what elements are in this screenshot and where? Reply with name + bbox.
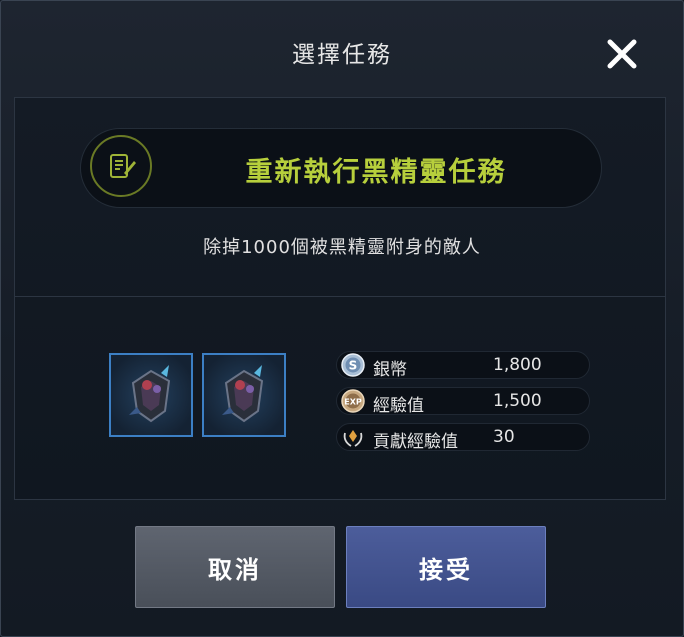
silver-coin-icon: S: [341, 353, 365, 377]
reward-label: 貢獻經驗值: [373, 432, 458, 452]
reward-value: 1,800: [493, 355, 542, 375]
reward-label: 銀幣: [373, 360, 407, 380]
dark-elf-armor-item: [129, 365, 171, 423]
accept-button[interactable]: 接受: [346, 526, 546, 608]
quest-description: 除掉1000個被黑精靈附身的敵人: [203, 237, 481, 258]
dialog-title: 選擇任務: [292, 42, 392, 68]
reward-row-contribution: 貢獻經驗值 30: [336, 423, 590, 452]
svg-text:EXP: EXP: [344, 398, 362, 407]
svg-text:S: S: [349, 359, 358, 373]
reward-item-slot[interactable]: [202, 353, 286, 437]
reward-row-exp: EXP 經驗值 1,500: [336, 387, 590, 416]
panel-divider: [14, 296, 666, 297]
reward-item-slot[interactable]: [109, 353, 193, 437]
quest-scroll-icon: [90, 135, 152, 197]
dark-elf-armor-item: [222, 365, 264, 423]
cancel-button[interactable]: 取消: [135, 526, 335, 608]
contribution-icon: [343, 430, 363, 447]
close-button[interactable]: [605, 37, 639, 71]
close-icon: [607, 39, 637, 69]
reward-value: 1,500: [493, 391, 542, 411]
reward-row-silver: S 銀幣 1,800: [336, 351, 590, 380]
quest-name: 重新執行黑精靈任務: [245, 157, 507, 188]
reward-label: 經驗值: [373, 396, 424, 416]
exp-icon: EXP: [341, 389, 365, 413]
reward-value: 30: [493, 427, 515, 447]
